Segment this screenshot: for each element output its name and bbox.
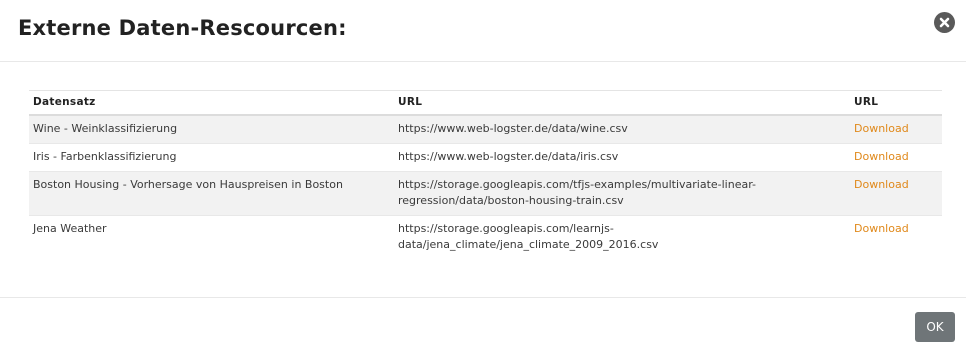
download-link[interactable]: Download: [854, 122, 909, 135]
header-download-url: URL: [850, 90, 942, 116]
modal-body: Datensatz URL URL Wine - Weinklassifizie…: [0, 62, 966, 298]
table-row: Boston Housing - Vorhersage von Hausprei…: [29, 171, 942, 216]
dataset-url: https://storage.googleapis.com/tfjs-exam…: [394, 171, 850, 216]
modal-footer: OK: [0, 298, 966, 354]
modal-title: Externe Daten-Rescourcen:: [18, 16, 347, 40]
datasets-table: Datensatz URL URL Wine - Weinklassifizie…: [29, 90, 942, 259]
table-header-row: Datensatz URL URL: [29, 90, 942, 116]
download-link[interactable]: Download: [854, 150, 909, 163]
close-icon[interactable]: [934, 12, 955, 33]
dataset-name: Jena Weather: [29, 215, 394, 259]
dataset-url: https://www.web-logster.de/data/wine.csv: [394, 114, 850, 144]
download-link[interactable]: Download: [854, 222, 909, 235]
download-cell: Download: [850, 114, 942, 144]
dataset-url: https://www.web-logster.de/data/iris.csv: [394, 143, 850, 172]
table-row: Jena Weather https://storage.googleapis.…: [29, 215, 942, 259]
header-dataset: Datensatz: [29, 90, 394, 116]
download-cell: Download: [850, 215, 942, 259]
download-link[interactable]: Download: [854, 178, 909, 191]
table-row: Iris - Farbenklassifizierung https://www…: [29, 143, 942, 172]
external-data-modal: Externe Daten-Rescourcen: Datensatz URL …: [0, 0, 966, 354]
ok-button[interactable]: OK: [915, 312, 955, 342]
dataset-name: Wine - Weinklassifizierung: [29, 114, 394, 144]
modal-header: Externe Daten-Rescourcen:: [0, 0, 966, 62]
table-row: Wine - Weinklassifizierung https://www.w…: [29, 114, 942, 144]
header-url: URL: [394, 90, 850, 116]
dataset-name: Boston Housing - Vorhersage von Hausprei…: [29, 171, 394, 216]
download-cell: Download: [850, 171, 942, 216]
download-cell: Download: [850, 143, 942, 172]
dataset-name: Iris - Farbenklassifizierung: [29, 143, 394, 172]
dataset-url: https://storage.googleapis.com/learnjs-d…: [394, 215, 850, 259]
datasets-table-wrapper: Datensatz URL URL Wine - Weinklassifizie…: [29, 90, 942, 259]
